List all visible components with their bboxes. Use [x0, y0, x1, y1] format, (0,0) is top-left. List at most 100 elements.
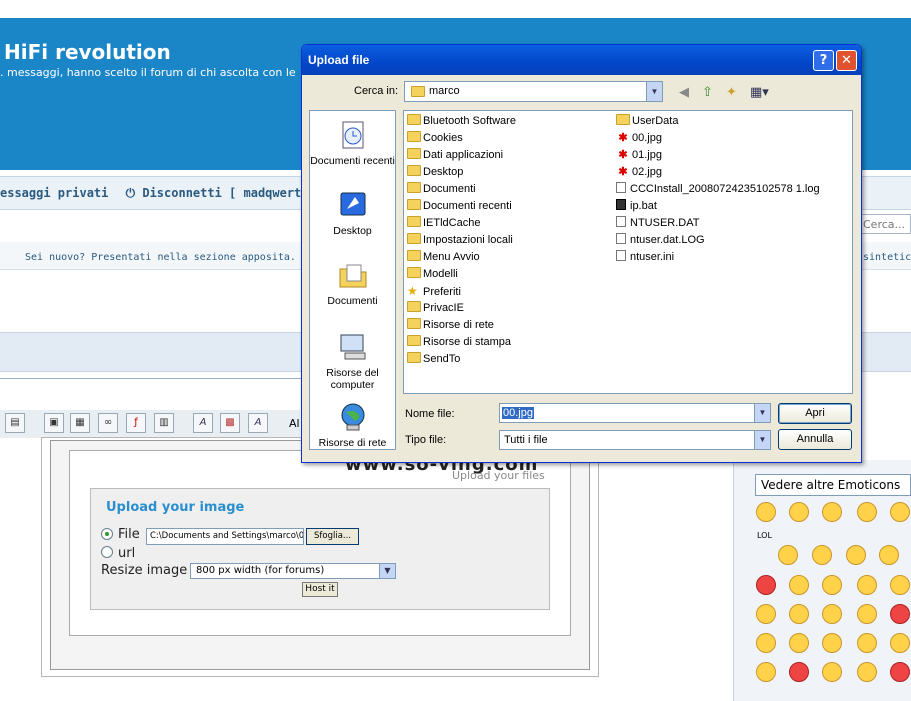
wink-emoticon-icon[interactable]: [890, 502, 910, 522]
laugh-emoticon-icon[interactable]: [812, 545, 832, 565]
file-radio[interactable]: [101, 528, 113, 540]
font-size-icon[interactable]: A: [248, 413, 268, 433]
filename-input[interactable]: 00.jpg ▼: [499, 403, 771, 423]
thinking-emoticon-icon[interactable]: [756, 633, 776, 653]
filetype-select[interactable]: Tutti i file ▼: [499, 430, 771, 450]
file-item[interactable]: Menu Avvio: [407, 250, 480, 265]
look-in-label: Cerca in:: [354, 85, 399, 97]
file-item[interactable]: Risorse di rete: [407, 318, 494, 333]
file-item[interactable]: Cookies: [407, 131, 463, 146]
sad-emoticon-icon[interactable]: [822, 502, 842, 522]
color-icon[interactable]: ▩: [220, 413, 240, 433]
file-item[interactable]: IETldCache: [407, 216, 480, 231]
back-icon[interactable]: ◀: [679, 85, 689, 100]
file-item[interactable]: Risorse di stampa: [407, 335, 511, 350]
info-newcomer-text[interactable]: Sei nuovo? Presentati nella sezione appo…: [25, 252, 296, 263]
folder-icon: [407, 301, 421, 312]
mad-emoticon-icon[interactable]: [789, 662, 809, 682]
file-item[interactable]: ntuser.dat.LOG: [616, 233, 705, 248]
scream-emoticon-icon[interactable]: [789, 604, 809, 624]
font-icon[interactable]: A: [193, 413, 213, 433]
tongue-emoticon-icon[interactable]: [846, 545, 866, 565]
new-folder-icon[interactable]: ✦: [726, 85, 737, 100]
open-button[interactable]: Apri: [778, 403, 852, 424]
link-icon[interactable]: ∞: [98, 413, 118, 433]
file-item[interactable]: PrivacIE: [407, 301, 464, 316]
place-my-computer[interactable]: Risorse del computer: [310, 331, 395, 391]
grin-emoticon-icon[interactable]: [789, 502, 809, 522]
help-button[interactable]: ?: [813, 50, 834, 71]
close-button[interactable]: ✕: [836, 50, 857, 71]
resize-select-value: 800 px width (for forums): [196, 565, 325, 576]
file-item[interactable]: Desktop: [407, 165, 463, 180]
file-item[interactable]: Modelli: [407, 267, 458, 282]
cool-emoticon-icon[interactable]: [789, 575, 809, 595]
blush-emoticon-icon[interactable]: [879, 545, 899, 565]
file-item[interactable]: ✱ 02.jpg: [616, 165, 662, 180]
chevron-down-icon[interactable]: ▼: [754, 404, 770, 422]
neutral-emoticon-icon[interactable]: [857, 633, 877, 653]
glasses-emoticon-icon[interactable]: [857, 604, 877, 624]
forum-search-input[interactable]: Cerca...: [858, 214, 911, 234]
look-in-select[interactable]: marco ▼: [404, 81, 663, 102]
file-item[interactable]: ★ Preferiti: [407, 284, 461, 299]
place-desktop[interactable]: Desktop: [310, 189, 395, 237]
file-item[interactable]: ntuser.ini: [616, 250, 674, 265]
place-network[interactable]: Risorse di rete: [310, 401, 395, 449]
folder-icon: [407, 352, 421, 363]
file-item[interactable]: Documenti: [407, 182, 476, 197]
place-recent-documents[interactable]: Documenti recenti: [310, 119, 395, 167]
resize-select[interactable]: 800 px width (for forums) ▼: [190, 563, 396, 579]
file-item[interactable]: Documenti recenti: [407, 199, 512, 214]
host-it-button[interactable]: Host it: [302, 582, 338, 597]
angry-emoticon-icon[interactable]: [857, 575, 877, 595]
love-emoticon-icon[interactable]: [890, 662, 910, 682]
more-emoticons-select[interactable]: Vedere altre Emoticons: [755, 474, 911, 496]
file-path-input[interactable]: C:\Documents and Settings\marco\00: [146, 528, 304, 545]
file-item[interactable]: Bluetooth Software: [407, 114, 516, 129]
nerd-emoticon-icon[interactable]: [822, 633, 842, 653]
url-radio[interactable]: [101, 546, 113, 558]
nav-logout[interactable]: Disconnetti [ madqwerty ]: [142, 186, 323, 200]
browse-button[interactable]: Sfoglia...: [306, 528, 359, 545]
file-item[interactable]: ✱ 01.jpg: [616, 148, 662, 163]
file-item[interactable]: SendTo: [407, 352, 460, 367]
dialog-titlebar[interactable]: [302, 45, 861, 75]
devil-emoticon-icon[interactable]: [756, 575, 776, 595]
picture-icon[interactable]: ▦: [70, 413, 90, 433]
file-item[interactable]: NTUSER.DAT: [616, 216, 699, 231]
up-folder-icon[interactable]: ⇧: [702, 85, 713, 100]
video-icon[interactable]: ▥: [154, 413, 174, 433]
file-item[interactable]: Dati applicazioni: [407, 148, 503, 163]
smile-emoticon-icon[interactable]: [756, 502, 776, 522]
image-icon[interactable]: ▣: [44, 413, 64, 433]
place-documents[interactable]: Documenti: [310, 259, 395, 307]
shock-emoticon-icon[interactable]: [822, 575, 842, 595]
heart-emoticon-icon[interactable]: [890, 604, 910, 624]
kiss-emoticon-icon[interactable]: [890, 575, 910, 595]
confused-emoticon-icon[interactable]: [756, 604, 776, 624]
chevron-down-icon[interactable]: ▼: [754, 431, 770, 449]
wave-emoticon-icon[interactable]: [822, 604, 842, 624]
lol-emoticon-icon[interactable]: [778, 545, 798, 565]
file-item[interactable]: UserData: [616, 114, 678, 129]
file-item[interactable]: ip.bat: [616, 199, 657, 214]
teeth-emoticon-icon[interactable]: [789, 633, 809, 653]
cancel-button[interactable]: Annulla: [778, 429, 852, 450]
chevron-down-icon[interactable]: ▼: [379, 564, 395, 578]
surprised-emoticon-icon[interactable]: [857, 502, 877, 522]
flash-icon[interactable]: ƒ: [126, 413, 146, 433]
sick-emoticon-icon[interactable]: [822, 662, 842, 682]
table-icon[interactable]: ▤: [5, 413, 25, 433]
view-menu-icon[interactable]: ▦▾: [750, 85, 769, 100]
file-item[interactable]: CCCInstall_20080724235102578 1.log: [616, 182, 820, 197]
cry-emoticon-icon[interactable]: [890, 633, 910, 653]
site-title[interactable]: HiFi revolution: [4, 40, 171, 64]
chevron-down-icon[interactable]: ▼: [646, 82, 662, 101]
nav-private-messages[interactable]: essaggi privati: [0, 186, 108, 200]
file-item[interactable]: Impostazioni locali: [407, 233, 513, 248]
file-item[interactable]: ✱ 00.jpg: [616, 131, 662, 146]
shy-emoticon-icon[interactable]: [756, 662, 776, 682]
eek-emoticon-icon[interactable]: [857, 662, 877, 682]
info-right-text[interactable]: sintetica: [863, 252, 911, 263]
